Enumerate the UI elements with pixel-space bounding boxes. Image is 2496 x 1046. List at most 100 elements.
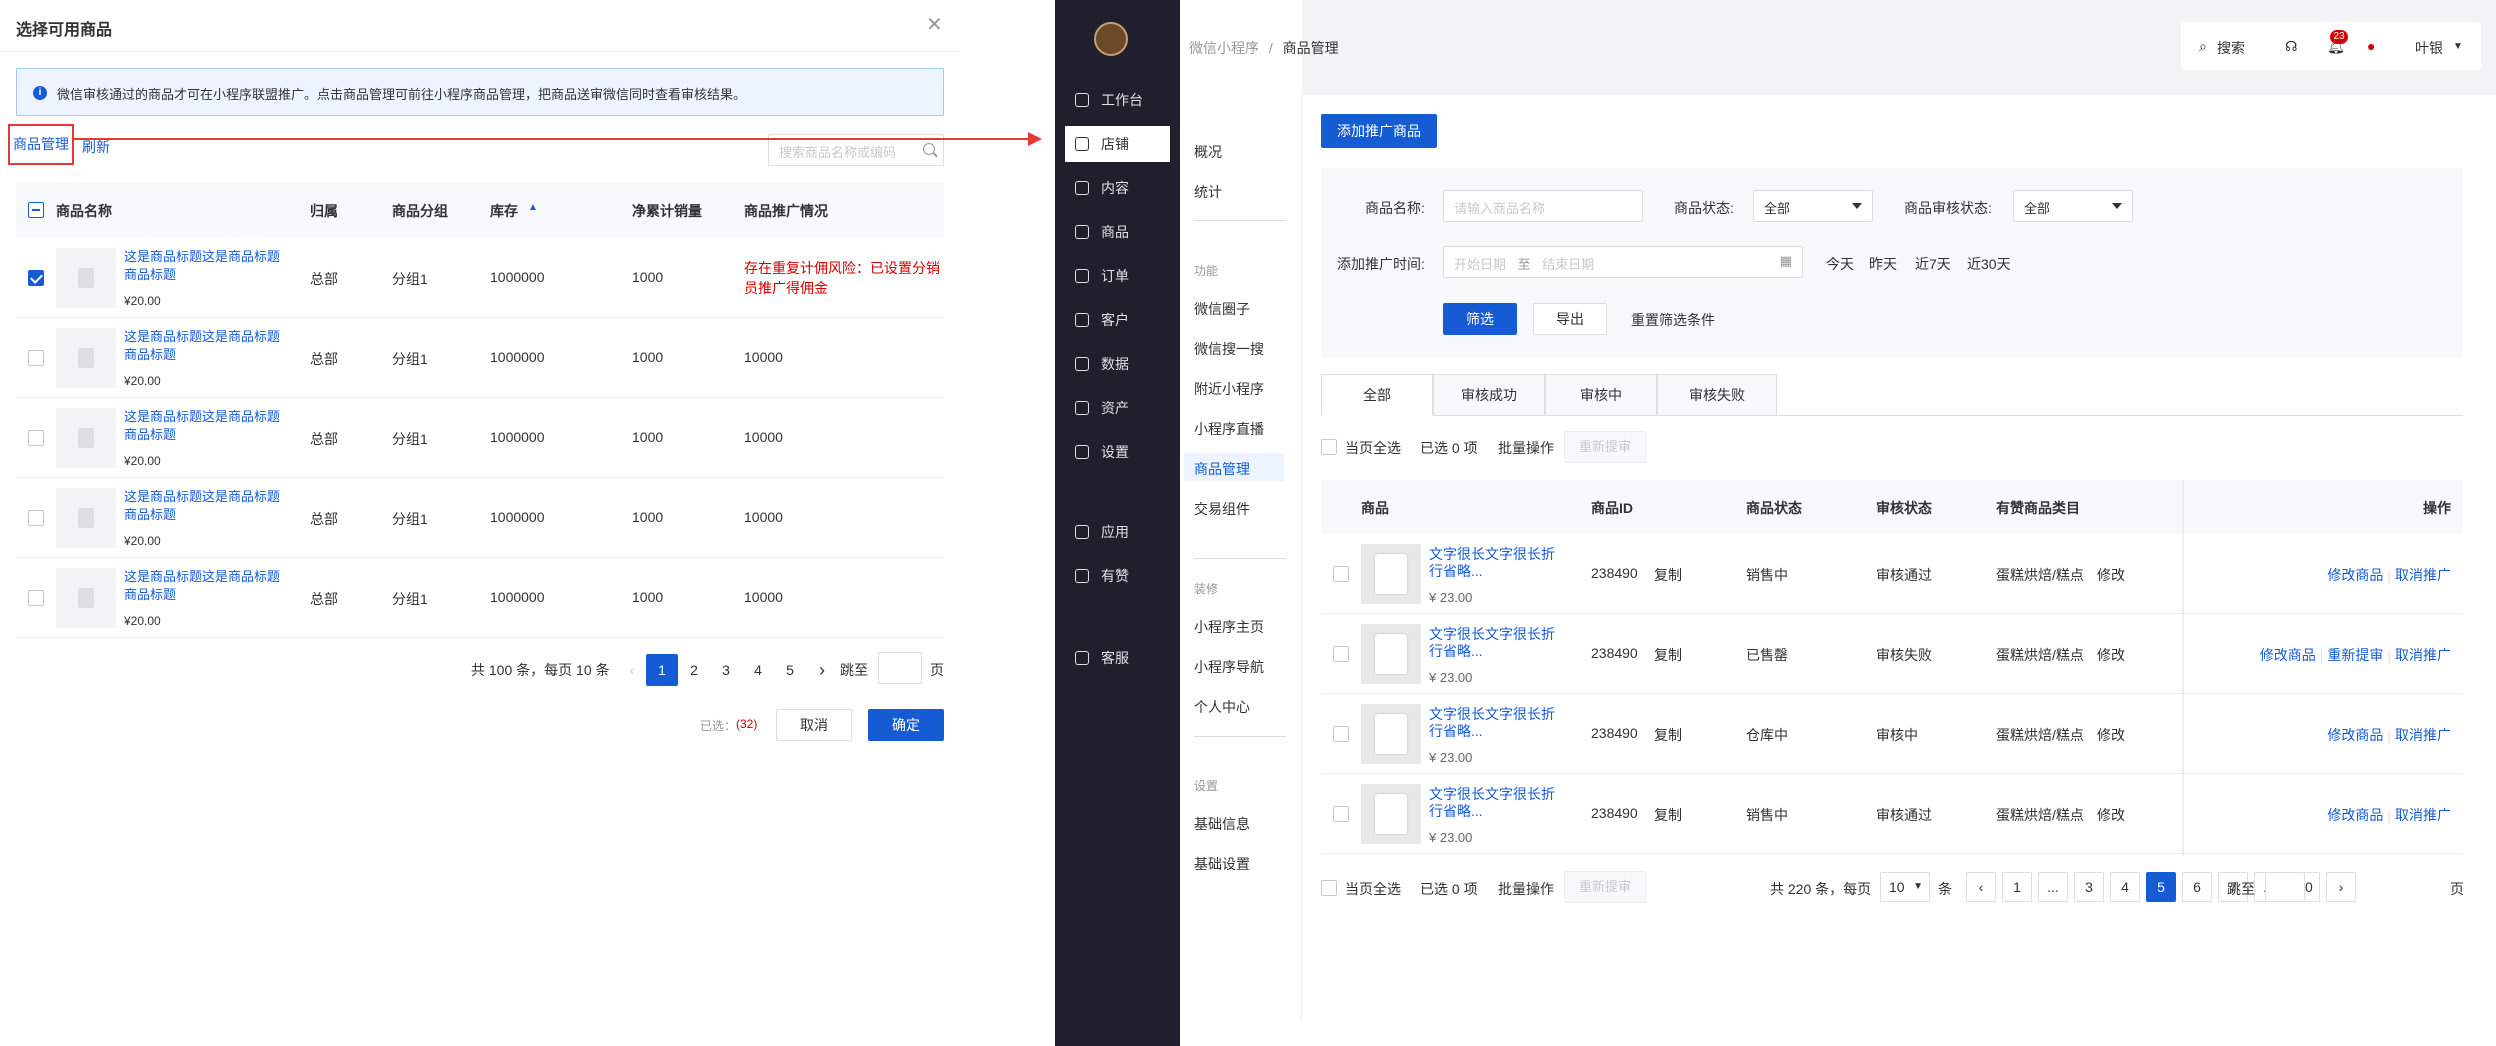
prev-page-icon[interactable]: ‹ [616, 654, 648, 686]
subnav-navigation[interactable]: 小程序导航 [1194, 657, 1264, 677]
table-row[interactable]: 这是商品标题这是商品标题商品标题 ¥20.00 总部 分组1 1000000 1000 存在… [16, 238, 944, 318]
sort-icon[interactable]: ▲ [528, 202, 538, 213]
subnav-basic-info[interactable]: 基础信息 [1194, 814, 1250, 834]
subnav-goods-management[interactable]: 商品管理 [1194, 459, 1250, 479]
filter-button[interactable]: 筛选 [1443, 303, 1517, 335]
next-page-icon[interactable]: › [2326, 872, 2356, 902]
cancel-button[interactable]: 取消 [776, 709, 852, 741]
subnav-stats[interactable]: 统计 [1194, 182, 1222, 202]
nav-item[interactable]: 设置 [1065, 434, 1170, 470]
goods-name-link[interactable]: 文字很长文字很长折行省略... [1429, 706, 1557, 740]
page-3[interactable]: 3 [710, 654, 742, 686]
nav-item[interactable]: 客服 [1065, 640, 1170, 676]
next-page-icon[interactable]: › [806, 654, 838, 686]
nav-item[interactable]: 店铺 [1065, 126, 1170, 162]
nav-item[interactable]: 内容 [1065, 170, 1170, 206]
goods-name-link[interactable]: 这是商品标题这是商品标题商品标题 [124, 568, 284, 604]
headset-icon[interactable]: ☊ [2285, 38, 2297, 55]
page-button[interactable]: 1 [2002, 872, 2032, 902]
goods-name-link[interactable]: 文字很长文字很长折行省略... [1429, 546, 1557, 580]
goods-name-link[interactable]: 这是商品标题这是商品标题商品标题 [124, 328, 284, 364]
select-page-checkbox[interactable] [1321, 439, 1337, 455]
per-page-select[interactable]: 10 ▼ [1880, 872, 1930, 902]
user-name[interactable]: 叶银 [2415, 38, 2443, 58]
select-page-checkbox[interactable] [1321, 880, 1337, 896]
resubmit-button[interactable]: 重新提审 [1564, 871, 1647, 903]
subnav-wechat-search[interactable]: 微信搜一搜 [1194, 339, 1264, 359]
page-button[interactable]: 6 [2182, 872, 2212, 902]
chevron-down-icon[interactable]: ▼ [2453, 41, 2463, 52]
edit-category-link[interactable]: 修改 [2097, 645, 2125, 665]
goods-name-link[interactable]: 文字很长文字很长折行省略... [1429, 626, 1557, 660]
table-row[interactable]: 这是商品标题这是商品标题商品标题 ¥20.00 总部 分组1 1000000 1000 10… [16, 398, 944, 478]
copy-id-link[interactable]: 复制 [1654, 805, 1682, 825]
page-4[interactable]: 4 [742, 654, 774, 686]
col-stock[interactable]: 库存 [490, 201, 518, 221]
nav-item[interactable]: 工作台 [1065, 82, 1170, 118]
row-op-link[interactable]: 修改商品 [2327, 807, 2383, 823]
page-button[interactable]: 5 [2146, 872, 2176, 902]
page-5[interactable]: 5 [774, 654, 806, 686]
row-checkbox[interactable] [1333, 806, 1349, 822]
jump-input[interactable] [2265, 872, 2305, 902]
copy-id-link[interactable]: 复制 [1654, 725, 1682, 745]
row-checkbox[interactable] [28, 510, 44, 526]
goods-name-link[interactable]: 这是商品标题这是商品标题商品标题 [124, 408, 284, 444]
quick-yesterday[interactable]: 昨天 [1869, 254, 1897, 274]
tab-all[interactable]: 全部 [1321, 374, 1433, 416]
table-row[interactable]: 文字很长文字很长折行省略... ¥ 23.00 238490 复制 已售罄 审核失败 蛋糕烘… [1321, 614, 2463, 694]
prev-page-icon[interactable]: ‹ [1966, 872, 1996, 902]
subnav-home[interactable]: 小程序主页 [1194, 617, 1264, 637]
nav-item[interactable]: 数据 [1065, 346, 1170, 382]
row-op-link[interactable]: 修改商品 [2327, 727, 2383, 743]
goods-name-link[interactable]: 这是商品标题这是商品标题商品标题 [124, 488, 284, 524]
table-row[interactable]: 这是商品标题这是商品标题商品标题 ¥20.00 总部 分组1 1000000 1000 10… [16, 478, 944, 558]
row-checkbox[interactable] [1333, 726, 1349, 742]
top-search-label[interactable]: 搜索 [2217, 38, 2245, 58]
copy-id-link[interactable]: 复制 [1654, 645, 1682, 665]
subnav-trade-component[interactable]: 交易组件 [1194, 499, 1250, 519]
row-checkbox[interactable] [1333, 646, 1349, 662]
copy-id-link[interactable]: 复制 [1654, 565, 1682, 585]
subnav-overview[interactable]: 概况 [1194, 142, 1222, 162]
fire-icon[interactable]: ● [2367, 38, 2375, 54]
goods-name-link[interactable]: 文字很长文字很长折行省略... [1429, 786, 1557, 820]
subnav-live[interactable]: 小程序直播 [1194, 419, 1264, 439]
add-promo-goods-button[interactable]: 添加推广商品 [1321, 114, 1437, 148]
quick-today[interactable]: 今天 [1826, 254, 1854, 274]
nav-item[interactable]: 有赞 [1065, 558, 1170, 594]
row-op-link[interactable]: 取消推广 [2395, 647, 2451, 663]
audit-select[interactable]: 全部 [2013, 190, 2133, 222]
table-row[interactable]: 这是商品标题这是商品标题商品标题 ¥20.00 总部 分组1 1000000 1000 10… [16, 558, 944, 638]
resubmit-button[interactable]: 重新提审 [1564, 431, 1647, 463]
page-1[interactable]: 1 [646, 654, 678, 686]
subnav-basic-settings[interactable]: 基础设置 [1194, 854, 1250, 874]
edit-category-link[interactable]: 修改 [2097, 805, 2125, 825]
row-checkbox[interactable] [1333, 566, 1349, 582]
confirm-button[interactable]: 确定 [868, 709, 944, 741]
page-2[interactable]: 2 [678, 654, 710, 686]
subnav-wechat-circle[interactable]: 微信圈子 [1194, 299, 1250, 319]
search-icon[interactable]: ⌕ [2199, 38, 2207, 55]
table-row[interactable]: 文字很长文字很长折行省略... ¥ 23.00 238490 复制 销售中 审核通过 蛋糕烘… [1321, 774, 2463, 854]
goods-name-input[interactable]: 请输入商品名称 [1443, 190, 1643, 222]
page-button[interactable]: 4 [2110, 872, 2140, 902]
row-op-link[interactable]: 修改商品 [2327, 567, 2383, 583]
row-op-link[interactable]: 修改商品 [2260, 647, 2316, 663]
nav-item[interactable]: 商品 [1065, 214, 1170, 250]
row-op-link[interactable]: 取消推广 [2395, 567, 2451, 583]
row-op-link[interactable]: 取消推广 [2395, 727, 2451, 743]
nav-item[interactable]: 应用 [1065, 514, 1170, 550]
row-checkbox[interactable] [28, 270, 44, 286]
page-button[interactable]: ... [2038, 872, 2068, 902]
edit-category-link[interactable]: 修改 [2097, 565, 2125, 585]
tab-rejected[interactable]: 审核失败 [1657, 374, 1777, 416]
edit-category-link[interactable]: 修改 [2097, 725, 2125, 745]
table-row[interactable]: 文字很长文字很长折行省略... ¥ 23.00 238490 复制 仓库中 审核中 蛋糕烘焙… [1321, 694, 2463, 774]
select-all-checkbox[interactable] [28, 202, 44, 218]
nav-item[interactable]: 订单 [1065, 258, 1170, 294]
row-op-link[interactable]: 取消推广 [2395, 807, 2451, 823]
shop-avatar[interactable] [1094, 22, 1128, 56]
jump-input[interactable] [878, 652, 922, 684]
nav-item[interactable]: 资产 [1065, 390, 1170, 426]
